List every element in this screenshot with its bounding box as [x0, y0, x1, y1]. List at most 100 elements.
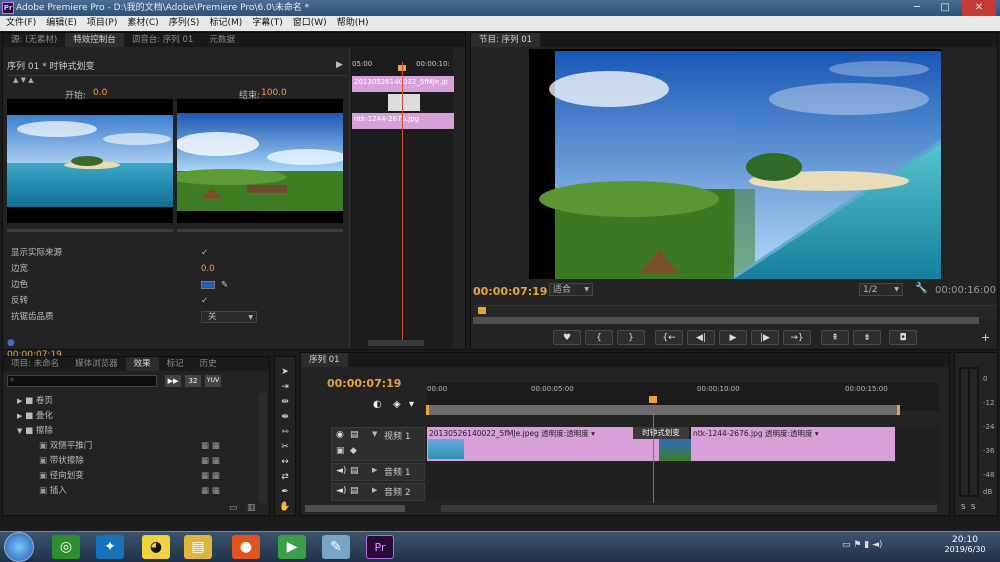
align-arrows-icon[interactable]: ▲ ▼ ▲ [13, 76, 34, 84]
tab-sequence[interactable]: 序列 01 [301, 353, 348, 367]
resolution-dropdown[interactable]: 1/2 ▼ [859, 283, 903, 296]
lock-icon[interactable]: ▤ [350, 466, 359, 476]
close-button[interactable]: ✕ [962, 0, 996, 16]
tree-item-band-wipe[interactable]: ▣ 带状擦除 ▦ ▦ [3, 453, 257, 469]
track-select-tool-icon[interactable]: ⇥ [278, 380, 292, 395]
selection-tool-icon[interactable]: ➤ [278, 365, 292, 380]
tab-media-browser[interactable]: 媒体浏览器 [67, 357, 126, 371]
lock-icon[interactable]: ▤ [350, 486, 359, 496]
tab-project[interactable]: 项目: 未命名 [3, 357, 67, 371]
menu-edit[interactable]: 编辑(E) [46, 18, 77, 28]
clip-b[interactable]: ntk-1244-2676.jpg 透明度:透明度 ▾ [691, 427, 895, 461]
explorer-icon[interactable]: ▤ [184, 535, 212, 559]
marker-icon[interactable]: ▾ [409, 399, 414, 410]
set-marker-icon[interactable]: ◈ [393, 399, 401, 410]
new-bin-icon[interactable]: ▭ [229, 503, 238, 513]
mini-clip-a[interactable]: 20130526140022_5fMJe.jp [352, 76, 454, 92]
checkbox-show-actual[interactable]: ✓ [201, 245, 208, 261]
effects-scrollbar[interactable] [259, 393, 267, 503]
snap-icon[interactable]: ◐ [373, 399, 382, 410]
rolling-edit-tool-icon[interactable]: ⇼ [278, 410, 292, 425]
menu-window[interactable]: 窗口(W) [293, 18, 327, 28]
play-transition-icon[interactable]: ▶ [336, 60, 343, 70]
solo-left-button[interactable]: S [961, 503, 965, 511]
tree-item-page-peel[interactable]: ▶ ■ 卷页 [3, 393, 257, 409]
tree-item-wipe[interactable]: ▼ ■ 擦除 [3, 423, 257, 439]
tab-source[interactable]: 源: (无素材) [3, 33, 65, 47]
end-value[interactable]: 100.0 [261, 88, 287, 98]
step-forward-button[interactable]: |▶ [751, 330, 779, 345]
mark-out-button[interactable]: } [617, 330, 645, 345]
mini-zoom-scrollbar[interactable] [368, 340, 424, 346]
menu-sequence[interactable]: 序列(S) [169, 18, 200, 28]
collapse-icon[interactable]: ▼ [372, 430, 377, 438]
tree-item-radial-wipe[interactable]: ▣ 径向划变 ▦ ▦ [3, 468, 257, 484]
qq-icon[interactable]: ◕ [142, 535, 170, 559]
premiere-taskbar-icon[interactable]: Pr [366, 535, 394, 559]
minimize-button[interactable]: ─ [904, 0, 930, 16]
media-player-icon[interactable]: ✦ [96, 535, 124, 559]
tray-icons[interactable]: ▭ ⚑ ▮ ◄) [842, 540, 883, 550]
razor-tool-icon[interactable]: ✂ [278, 440, 292, 455]
timeline-playhead-marker[interactable] [649, 396, 657, 403]
clip-a[interactable]: 20130526140022_5fMJe.jpeg 透明度:透明度 ▾ [427, 427, 659, 461]
start-value[interactable]: 0.0 [93, 88, 107, 98]
border-color-swatch[interactable] [201, 281, 215, 289]
speaker-icon[interactable]: ◄) [336, 466, 346, 476]
mini-clip-b[interactable]: ntk-1244-2676.jpg [352, 113, 454, 129]
add-button[interactable]: + [981, 331, 990, 344]
tab-effect-controls[interactable]: 特效控制台 [65, 33, 124, 47]
time-ruler[interactable]: 00:00 00:00:05:00 00:00:10:00 00:00:15:0… [426, 383, 939, 415]
menu-help[interactable]: 帮助(H) [337, 18, 369, 28]
firefox-icon[interactable]: ● [232, 535, 260, 559]
end-slider[interactable] [177, 229, 343, 232]
tab-history[interactable]: 历史 [192, 357, 225, 371]
ripple-edit-tool-icon[interactable]: ⇹ [278, 395, 292, 410]
mark-in-button[interactable]: { [585, 330, 613, 345]
tab-program[interactable]: 节目: 序列 01 [471, 33, 541, 47]
add-marker-button[interactable]: ♥ [553, 330, 581, 345]
display-style-icon[interactable]: ▣ [336, 446, 345, 456]
tree-item-barn-doors[interactable]: ▣ 双侧平推门 ▦ ▦ [3, 438, 257, 454]
editor-icon[interactable]: ✎ [322, 535, 350, 559]
360-browser-icon[interactable]: ◎ [52, 535, 80, 559]
extract-button[interactable]: ⇟ [853, 330, 881, 345]
go-to-out-button[interactable]: →} [783, 330, 811, 345]
tab-markers[interactable]: 标记 [159, 357, 192, 371]
menu-file[interactable]: 文件(F) [6, 18, 36, 28]
menu-clip[interactable]: 素材(C) [127, 18, 158, 28]
lock-icon[interactable]: ▤ [350, 430, 359, 440]
speaker-icon[interactable]: ◄) [336, 486, 346, 496]
border-width-value[interactable]: 0.0 [201, 261, 215, 277]
pen-tool-icon[interactable]: ✒ [278, 485, 292, 500]
fit-dropdown[interactable]: 适合 ▼ [549, 283, 593, 296]
export-frame-button[interactable]: ◘ [889, 330, 917, 345]
start-button[interactable] [4, 532, 34, 562]
trash-icon[interactable]: ▥ [247, 503, 256, 513]
slide-tool-icon[interactable]: ⇄ [278, 470, 292, 485]
tab-metadata[interactable]: 元数据 [201, 33, 243, 47]
program-playhead[interactable] [478, 307, 486, 314]
video-app-icon[interactable]: ▶ [278, 535, 306, 559]
effects-search-input[interactable]: ⌕ [7, 375, 157, 387]
slip-tool-icon[interactable]: ↔ [278, 455, 292, 470]
work-area-bar[interactable] [426, 405, 900, 415]
keyframe-icon[interactable]: ◆ [350, 446, 357, 456]
yuv-badge[interactable]: YUV [205, 375, 221, 387]
transition-block[interactable]: 时钟式划变 [633, 427, 689, 439]
eyedropper-icon[interactable]: ✎ [221, 277, 228, 293]
wrench-icon[interactable]: 🔧 [915, 283, 927, 294]
eye-icon[interactable]: ◉ [336, 430, 344, 440]
start-slider[interactable] [7, 229, 173, 232]
timeline-zoom-bar[interactable] [305, 505, 405, 512]
program-timecode[interactable]: 00:00:07:19 [473, 285, 547, 298]
32bit-badge[interactable]: 32 [185, 375, 201, 387]
menu-project[interactable]: 项目(P) [87, 18, 117, 28]
go-to-in-button[interactable]: {← [655, 330, 683, 345]
tab-effects[interactable]: 效果 [125, 357, 159, 371]
checkbox-reverse[interactable]: ✓ [201, 293, 208, 309]
timeline-horizontal-scrollbar[interactable] [441, 505, 937, 512]
program-zoom-bar[interactable] [473, 317, 979, 324]
lift-button[interactable]: ⇞ [821, 330, 849, 345]
antialias-dropdown[interactable]: 关 ▼ [201, 311, 257, 323]
